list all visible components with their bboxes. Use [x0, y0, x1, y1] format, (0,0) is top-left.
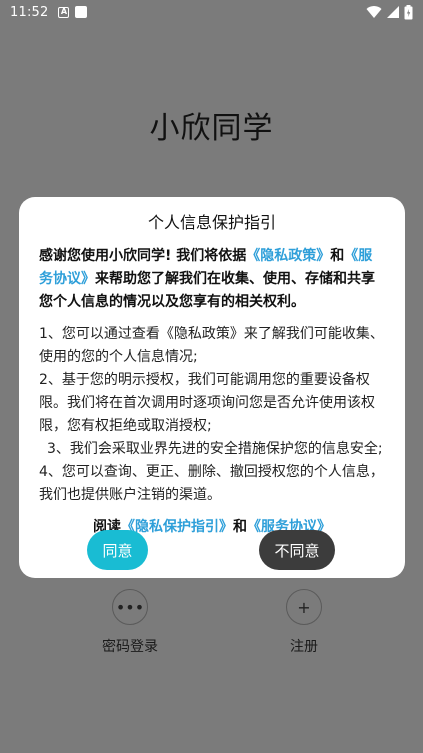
register-option[interactable]: + 注册 [259, 589, 349, 656]
list-item: 2、基于您的明示授权，我们可能调用您的重要设备权限。我们将在首次调用时逐项询问您… [39, 372, 375, 434]
battery-icon [404, 4, 413, 19]
status-bar: 11:52 A [0, 0, 423, 24]
privacy-policy-link[interactable]: 《隐私政策》 [246, 248, 330, 264]
dialog-intro: 感谢您使用小欣同学! 我们将依据《隐私政策》和《服务协议》来帮助您了解我们在收集… [39, 245, 385, 314]
agree-button[interactable]: 同意 [87, 530, 148, 570]
plus-icon[interactable]: + [286, 589, 322, 625]
status-icons [366, 4, 413, 20]
wifi-icon [366, 6, 382, 19]
disagree-button[interactable]: 不同意 [259, 530, 335, 570]
read-agreements-line: 阅读《隐私保护指引》和《服务协议》 [39, 516, 385, 536]
list-item: 1、您可以通过查看《隐私政策》来了解我们可能收集、使用的您的个人信息情况; [39, 326, 384, 365]
read-and: 和 [233, 519, 247, 535]
square-notification-icon [75, 6, 88, 18]
privacy-dialog: 个人信息保护指引 感谢您使用小欣同学! 我们将依据《隐私政策》和《服务协议》来帮… [19, 197, 405, 578]
list-item: 4、您可以查询、更正、删除、撤回授权您的个人信息，我们也提供账户注销的渠道。 [39, 464, 384, 503]
a-badge-icon: A [58, 6, 70, 18]
intro-prefix: 感谢您使用小欣同学! 我们将依据 [39, 248, 247, 264]
app-title: 小欣同学 [149, 111, 274, 146]
list-item: 3、我们会采取业界先进的安全措施保护您的信息安全; [47, 441, 383, 457]
register-label[interactable]: 注册 [259, 636, 349, 656]
dialog-items: 1、您可以通过查看《隐私政策》来了解我们可能收集、使用的您的个人信息情况; 2、… [39, 323, 385, 507]
password-login-label[interactable]: 密码登录 [85, 636, 175, 656]
dialog-title: 个人信息保护指引 [147, 213, 276, 232]
intro-and: 和 [330, 248, 345, 264]
signal-icon [387, 6, 399, 18]
ellipsis-icon[interactable]: ••• [112, 589, 148, 625]
status-time: 11:52 [10, 4, 49, 20]
password-login-option[interactable]: ••• 密码登录 [85, 589, 175, 656]
